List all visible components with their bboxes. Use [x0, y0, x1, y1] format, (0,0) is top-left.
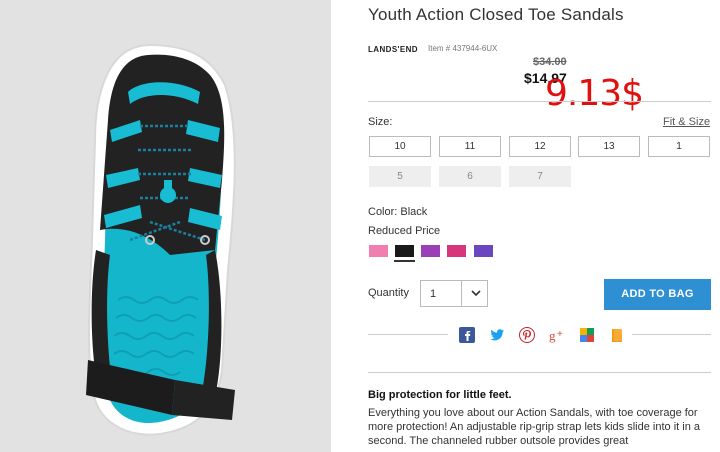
select-divider [461, 281, 462, 306]
brand-logo: LANDS'END [368, 45, 418, 54]
pinterest-icon[interactable] [519, 327, 535, 343]
divider-right [632, 334, 711, 335]
chevron-down-icon[interactable] [469, 286, 483, 305]
svg-text:g: g [549, 328, 556, 343]
item-number: Item # 437944-6UX [428, 44, 498, 53]
size-option-7: 7 [509, 166, 571, 187]
svg-text:+: + [557, 329, 563, 340]
product-image[interactable] [0, 0, 331, 452]
original-price: $34.00 [533, 56, 567, 68]
twitter-icon[interactable] [489, 327, 505, 343]
size-option-5: 5 [369, 166, 431, 187]
google-plus-icon[interactable]: g + [549, 327, 565, 343]
description-text: Everything you love about our Action San… [368, 407, 700, 447]
overlay-price: 9.13$ [545, 73, 644, 114]
facebook-icon[interactable] [459, 327, 475, 343]
color-swatch-pink[interactable] [369, 245, 388, 257]
divider [368, 372, 711, 373]
size-label: Size: [368, 116, 393, 128]
description-heading: Big protection for little feet. [368, 389, 512, 401]
divider-left [368, 334, 448, 335]
quantity-value: 1 [430, 288, 437, 300]
size-option-6: 6 [439, 166, 501, 187]
color-swatch-magenta[interactable] [447, 245, 466, 257]
fit-size-link[interactable]: Fit & Size [663, 116, 710, 128]
color-label: Color: Black [368, 206, 428, 218]
selected-swatch-indicator [394, 260, 415, 262]
color-swatch-violet[interactable] [474, 245, 493, 257]
color-swatch-black[interactable] [395, 245, 414, 257]
quantity-select[interactable]: 1 [420, 280, 488, 307]
share-icon[interactable] [579, 327, 595, 343]
add-to-bag-button[interactable]: ADD TO BAG [604, 279, 711, 310]
quantity-label: Quantity [368, 287, 409, 299]
divider [368, 101, 711, 102]
size-option-12[interactable]: 12 [509, 136, 571, 157]
size-option-10[interactable]: 10 [369, 136, 431, 157]
bookmark-icon[interactable] [609, 327, 625, 343]
reduced-price-label: Reduced Price [368, 225, 441, 237]
size-option-13[interactable]: 13 [578, 136, 640, 157]
color-swatch-purple[interactable] [421, 245, 440, 257]
sandal-image [86, 43, 236, 436]
product-title: Youth Action Closed Toe Sandals [368, 5, 624, 24]
size-option-1[interactable]: 1 [648, 136, 710, 157]
size-option-11[interactable]: 11 [439, 136, 501, 157]
